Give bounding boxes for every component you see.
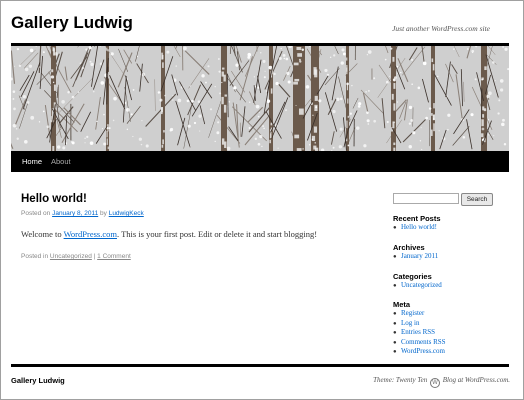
list-item: ● Register — [393, 309, 425, 317]
archives-heading: Archives — [393, 243, 425, 252]
category-link[interactable]: Uncategorized — [50, 253, 92, 260]
comments-rss-link[interactable]: Comments RSS — [401, 338, 446, 346]
wordpress-link[interactable]: WordPress.com — [64, 229, 117, 239]
footer-credit: Theme: Twenty Ten W Blog at WordPress.co… — [373, 376, 510, 388]
main-menu: Home About — [11, 151, 509, 172]
search-button[interactable]: Search — [461, 193, 493, 206]
recent-post-link[interactable]: Hello world! — [401, 223, 437, 231]
blog-credit[interactable]: Blog at WordPress.com. — [443, 376, 510, 384]
site-tagline: Just another WordPress.com site — [392, 24, 490, 33]
recent-posts-list: ● Hello world! — [393, 223, 437, 233]
footer-site-title[interactable]: Gallery Ludwig — [11, 376, 65, 385]
wordpress-com-link[interactable]: WordPress.com — [401, 347, 445, 355]
archive-link[interactable]: January 2011 — [401, 252, 438, 260]
site-title-link[interactable]: Gallery Ludwig — [11, 13, 133, 33]
post-date-link[interactable]: January 8, 2011 — [52, 210, 98, 217]
search-input[interactable] — [393, 193, 459, 204]
theme-credit[interactable]: Theme: Twenty Ten — [373, 376, 427, 384]
post-utility: Posted in Uncategorized | 1 Comment — [21, 253, 131, 260]
post-content: Welcome to WordPress.com. This is your f… — [21, 229, 317, 239]
login-link[interactable]: Log in — [401, 319, 419, 327]
archives-list: ● January 2011 — [393, 252, 438, 262]
categories-heading: Categories — [393, 272, 432, 281]
meta-list: ● Register ● Log in ● Entries RSS ● Comments… — [393, 309, 446, 357]
categories-list: ● Uncategorized — [393, 281, 442, 291]
entries-rss-link[interactable]: Entries RSS — [401, 328, 435, 336]
post-author-link[interactable]: LudwigKeck — [109, 210, 144, 217]
nav-item-about[interactable]: About — [51, 157, 71, 166]
list-item: ● January 2011 — [393, 252, 439, 260]
list-item: ● Hello world! — [393, 223, 437, 231]
content-suffix: . This is your first post. Edit or delet… — [116, 229, 318, 239]
list-item: ● Comments RSS — [393, 337, 446, 346]
meta-prefix: Posted on — [21, 210, 53, 217]
list-item: ● WordPress.com — [393, 347, 445, 356]
category-widget-link[interactable]: Uncategorized — [401, 281, 442, 289]
comments-link[interactable]: 1 Comment — [97, 253, 131, 260]
meta-heading: Meta — [393, 300, 411, 309]
list-item: ● Entries RSS — [393, 328, 436, 337]
nav-item-home[interactable]: Home — [22, 157, 42, 166]
list-item: ● Uncategorized — [393, 281, 442, 289]
post-title[interactable]: Hello world! — [21, 193, 87, 205]
header-image-snowy-forest — [11, 46, 509, 151]
list-item: ● Log in — [393, 318, 420, 327]
posted-in-label: Posted in — [21, 253, 50, 260]
meta-by: by — [98, 210, 109, 217]
post-meta: Posted on January 8, 2011 by LudwigKeck — [21, 210, 144, 217]
recent-posts-heading: Recent Posts — [393, 214, 441, 223]
register-link[interactable]: Register — [401, 309, 424, 317]
content-prefix: Welcome to — [21, 229, 64, 239]
wordpress-logo-icon: W — [429, 378, 440, 388]
footer-rule — [11, 364, 509, 367]
